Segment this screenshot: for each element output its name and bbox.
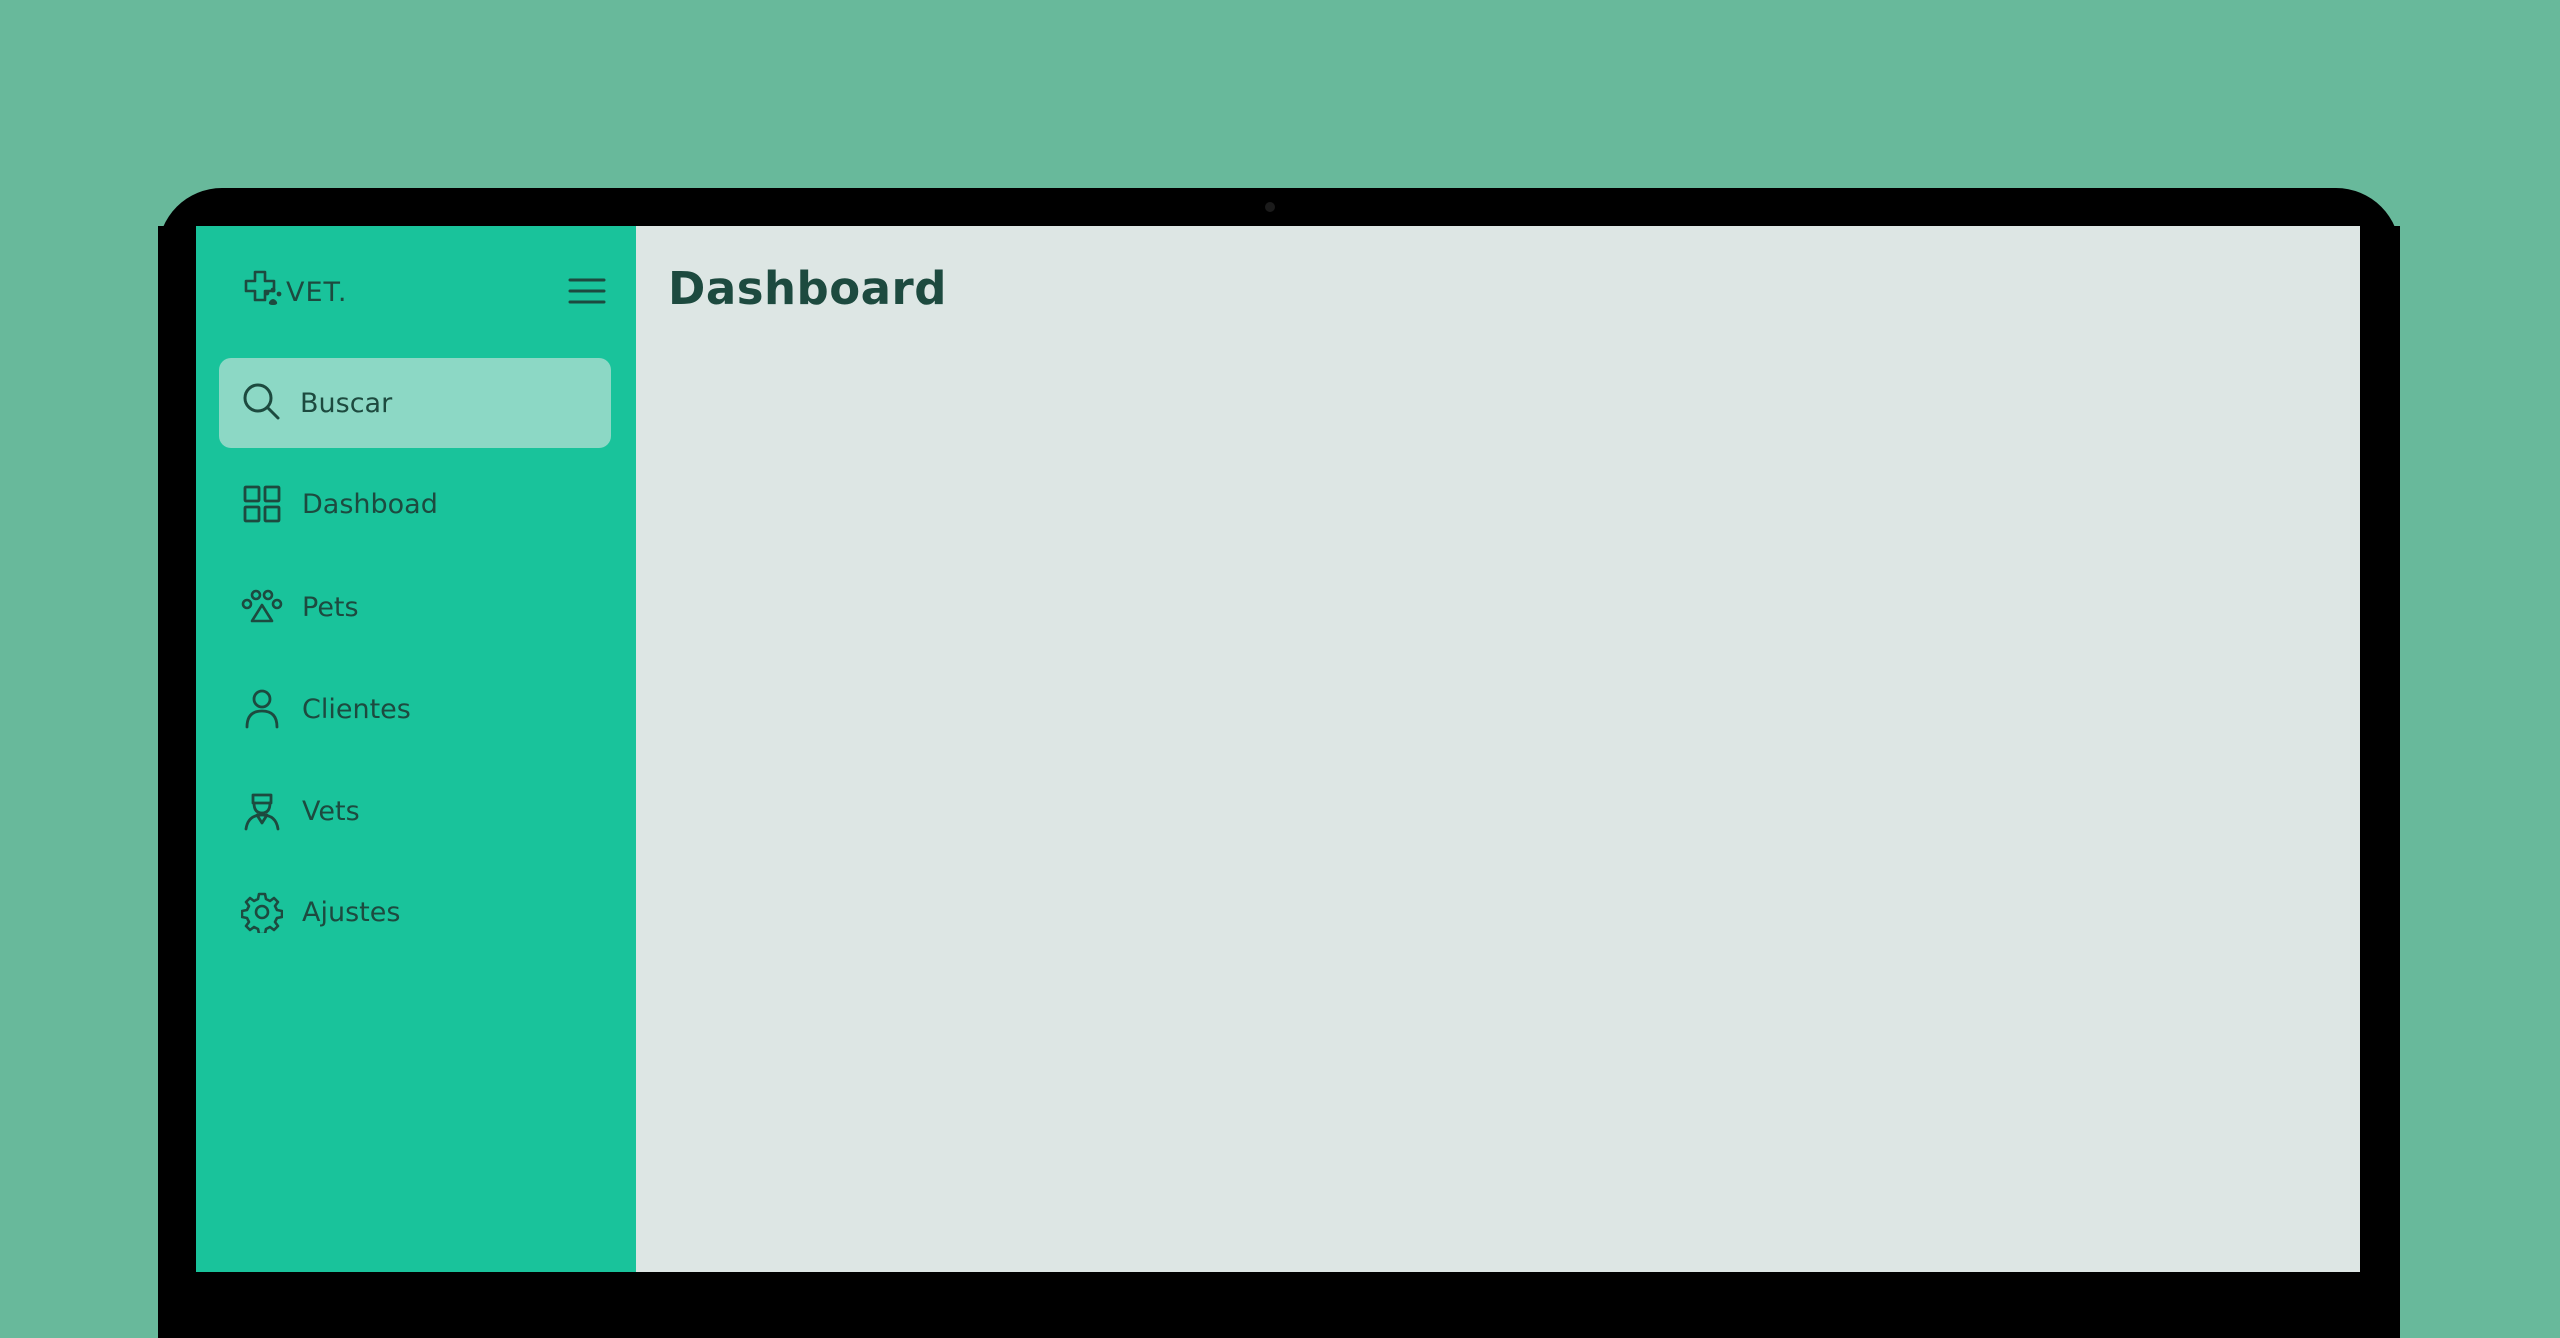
search-icon bbox=[241, 381, 281, 425]
sidebar-item-ajustes[interactable]: Ajustes bbox=[219, 872, 611, 952]
sidebar-item-label: Pets bbox=[302, 591, 359, 623]
sidebar-item-label: Ajustes bbox=[302, 896, 401, 928]
page-title: Dashboard bbox=[668, 262, 947, 315]
gear-icon bbox=[241, 891, 283, 933]
sidebar-item-clientes[interactable]: Clientes bbox=[219, 669, 611, 749]
sidebar-item-dashboad[interactable]: Dashboad bbox=[219, 464, 611, 544]
user-icon bbox=[241, 688, 283, 730]
camera-dot bbox=[1265, 202, 1275, 212]
menu-toggle-button[interactable] bbox=[568, 276, 606, 310]
sidebar: VET. Buscar Dashboad Pets Clientes Vets … bbox=[196, 226, 636, 1272]
sidebar-item-pets[interactable]: Pets bbox=[219, 567, 611, 647]
search-field[interactable]: Buscar bbox=[219, 358, 611, 448]
grid-icon bbox=[241, 483, 283, 525]
sidebar-item-label: Vets bbox=[302, 795, 360, 827]
brand-name: VET. bbox=[286, 276, 348, 308]
sidebar-item-label: Dashboad bbox=[302, 488, 438, 520]
paw-icon bbox=[241, 586, 283, 628]
bezel-right-edge bbox=[2360, 226, 2400, 1272]
search-label: Buscar bbox=[300, 387, 393, 419]
paw-cross-logo-icon bbox=[242, 269, 282, 315]
doctor-icon bbox=[241, 790, 283, 832]
app-screen: VET. Buscar Dashboad Pets Clientes Vets … bbox=[196, 226, 2360, 1272]
brand[interactable]: VET. bbox=[242, 266, 347, 318]
bezel-left-edge bbox=[158, 226, 196, 1272]
sidebar-item-label: Clientes bbox=[302, 693, 411, 725]
sidebar-item-vets[interactable]: Vets bbox=[219, 771, 611, 851]
hamburger-menu-icon bbox=[568, 276, 606, 310]
